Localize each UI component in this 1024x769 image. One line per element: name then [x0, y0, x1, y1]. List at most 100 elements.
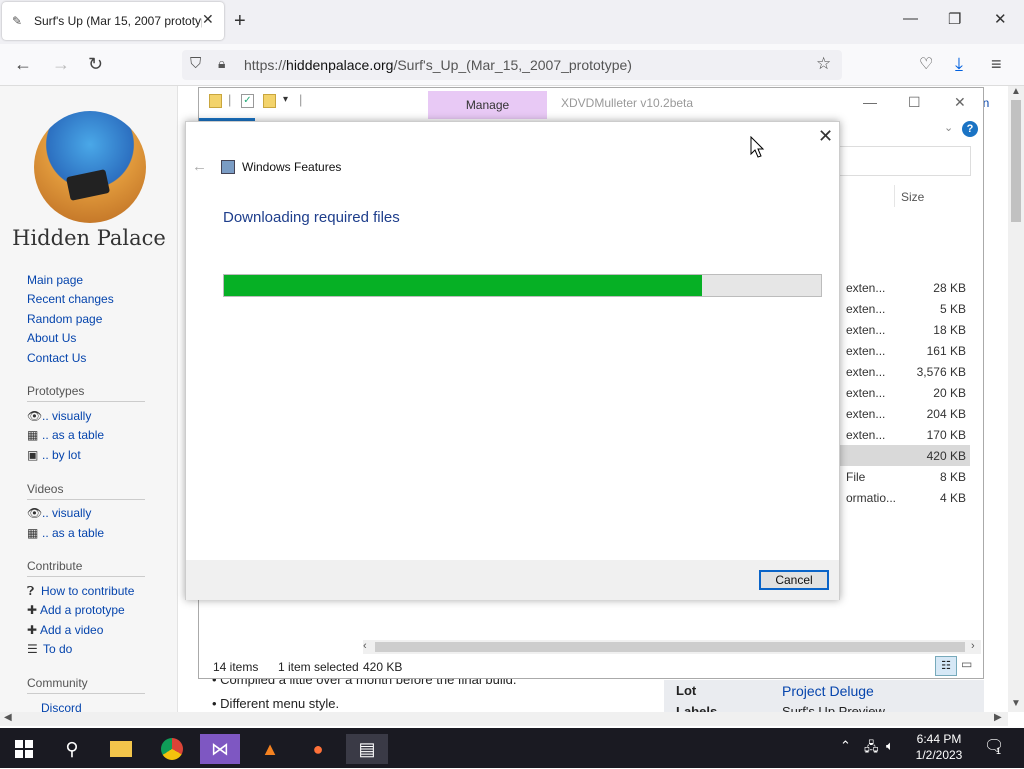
explorer-close-icon[interactable]: ✕: [954, 94, 966, 111]
search-icon[interactable]: ⚲: [54, 734, 90, 764]
menu-icon[interactable]: ≡: [991, 54, 1002, 75]
start-button[interactable]: [6, 734, 42, 764]
file-row[interactable]: exten... 28 KB: [840, 277, 970, 298]
time: 6:44 PM: [916, 732, 962, 746]
download-progress-bar: [223, 274, 822, 297]
windows-features-icon: [221, 160, 235, 174]
help-icon[interactable]: ?: [962, 121, 978, 137]
scroll-up-icon[interactable]: ▲: [1011, 86, 1021, 97]
file-size: 3,576 KB: [916, 365, 966, 379]
how-to-contribute-link[interactable]: How to contribute: [41, 584, 134, 598]
details-view-icon[interactable]: ☷: [935, 656, 957, 676]
file-row[interactable]: File 8 KB: [840, 466, 970, 487]
file-row[interactable]: exten... 20 KB: [840, 382, 970, 403]
url-text[interactable]: https://hiddenpalace.org/Surf's_Up_(Mar_…: [244, 57, 632, 73]
cancel-button[interactable]: Cancel: [759, 570, 829, 590]
list-icon: ☰: [27, 642, 38, 656]
back-icon[interactable]: ←: [14, 54, 32, 75]
file-row[interactable]: exten... 204 KB: [840, 403, 970, 424]
new-folder-icon[interactable]: [263, 94, 276, 108]
add-prototype-link[interactable]: Add a prototype: [40, 603, 125, 617]
large-icons-view-icon[interactable]: ▭: [961, 657, 972, 671]
close-tab-icon[interactable]: ✕: [202, 11, 214, 28]
vlc-icon[interactable]: ▲: [252, 734, 288, 764]
file-type: exten...: [846, 281, 886, 295]
quick-access-dropdown-icon[interactable]: ▾: [283, 94, 288, 105]
visual-studio-icon[interactable]: ⋈: [200, 734, 240, 764]
contribute-heading: Contribute: [27, 559, 83, 573]
scrollbar-thumb[interactable]: [375, 642, 965, 652]
file-size: 18 KB: [933, 323, 966, 337]
scroll-right-icon[interactable]: ▶: [994, 712, 1002, 723]
site-logo[interactable]: [34, 111, 146, 223]
nav-contact-us[interactable]: Contact Us: [27, 351, 86, 365]
lock-icon[interactable]: 🔒︎: [218, 55, 225, 72]
browser-tab[interactable]: ✎ Surf's Up (Mar 15, 2007 prototyp ✕: [2, 2, 224, 40]
reload-icon[interactable]: ↻: [88, 54, 103, 75]
bookmark-star-icon[interactable]: ☆: [816, 54, 831, 74]
lot-link[interactable]: Project Deluge: [782, 683, 874, 699]
nav-about-us[interactable]: About Us: [27, 331, 76, 345]
firefox-icon[interactable]: ●: [300, 734, 336, 764]
url-bar[interactable]: ⛉ 🔒︎ https://hiddenpalace.org/Surf's_Up_…: [182, 50, 842, 80]
file-row[interactable]: exten... 170 KB: [840, 424, 970, 445]
file-type: exten...: [846, 365, 886, 379]
download-icon[interactable]: ⤓: [955, 54, 963, 75]
file-row[interactable]: exten... 3,576 KB: [840, 361, 970, 382]
shield-icon[interactable]: ⛉: [190, 55, 201, 72]
notification-icon[interactable]: 🗨︎: [984, 736, 1004, 756]
eye-icon: 👁︎: [27, 506, 43, 520]
explorer-horizontal-scrollbar[interactable]: ‹ ›: [363, 640, 981, 654]
prototypes-visually-link[interactable]: .. visually: [42, 409, 91, 423]
clock[interactable]: 6:44 PM 1/2/2023: [912, 732, 966, 762]
scroll-right-icon[interactable]: ›: [971, 640, 975, 652]
file-row[interactable]: exten... 18 KB: [840, 319, 970, 340]
scroll-left-icon[interactable]: ◀: [4, 712, 12, 723]
explorer-minimize-icon[interactable]: —: [863, 94, 877, 110]
new-tab-icon[interactable]: +: [234, 10, 246, 33]
network-icon[interactable]: 🖧︎: [864, 738, 879, 760]
videos-table-link[interactable]: .. as a table: [42, 526, 104, 540]
restore-icon[interactable]: ❐: [948, 10, 961, 28]
file-row[interactable]: exten... 5 KB: [840, 298, 970, 319]
dialog-close-icon[interactable]: ✕: [818, 126, 833, 147]
scrollbar-thumb[interactable]: [1011, 100, 1021, 222]
nav-main-page[interactable]: Main page: [27, 273, 83, 287]
size-column-header[interactable]: Size: [901, 190, 924, 204]
add-video-link[interactable]: Add a video: [40, 623, 103, 637]
file-size: 20 KB: [933, 386, 966, 400]
prototypes-lot-link[interactable]: .. by lot: [42, 448, 81, 462]
search-input[interactable]: [839, 146, 971, 176]
show-hidden-icons[interactable]: ⌃: [840, 738, 851, 754]
properties-icon[interactable]: ✓: [241, 94, 254, 108]
windows-features-taskbar-icon[interactable]: ▤: [346, 734, 388, 764]
file-explorer-taskbar-icon[interactable]: [103, 734, 139, 764]
volume-icon[interactable]: 🔈︎: [886, 738, 894, 754]
scroll-down-icon[interactable]: ▼: [1011, 698, 1021, 709]
manage-tab[interactable]: Manage: [428, 91, 547, 119]
prototypes-table-link[interactable]: .. as a table: [42, 428, 104, 442]
file-size: 4 KB: [939, 491, 966, 505]
file-row[interactable]: ormatio... 4 KB: [840, 487, 970, 508]
back-arrow-icon[interactable]: ←: [192, 158, 207, 175]
videos-visually-link[interactable]: .. visually: [42, 506, 91, 520]
question-icon: ❓︎: [27, 584, 35, 598]
ribbon-expand-icon[interactable]: ⌄: [944, 121, 953, 134]
close-window-icon[interactable]: ✕: [994, 10, 1007, 28]
explorer-maximize-icon[interactable]: ☐: [908, 94, 921, 111]
file-row[interactable]: 420 KB: [840, 445, 970, 466]
scroll-left-icon[interactable]: ‹: [363, 640, 367, 652]
page-horizontal-scrollbar[interactable]: ◀ ▶: [0, 712, 1008, 726]
nav-random-page[interactable]: Random page: [27, 312, 102, 326]
progress-fill: [224, 275, 702, 296]
forward-icon[interactable]: →: [52, 54, 70, 75]
nav-recent-changes[interactable]: Recent changes: [27, 292, 114, 306]
page-vertical-scrollbar[interactable]: ▲ ▼: [1008, 86, 1024, 712]
explorer-title-bar: | ✓ ▾ | Manage XDVDMulleter v10.2beta — …: [199, 88, 983, 121]
minimize-icon[interactable]: —: [903, 10, 918, 27]
chip-graphic: [65, 169, 111, 201]
to-do-link[interactable]: To do: [43, 642, 72, 656]
file-row[interactable]: exten... 161 KB: [840, 340, 970, 361]
pocket-icon[interactable]: ♡: [919, 54, 933, 74]
chrome-icon[interactable]: [154, 734, 190, 764]
